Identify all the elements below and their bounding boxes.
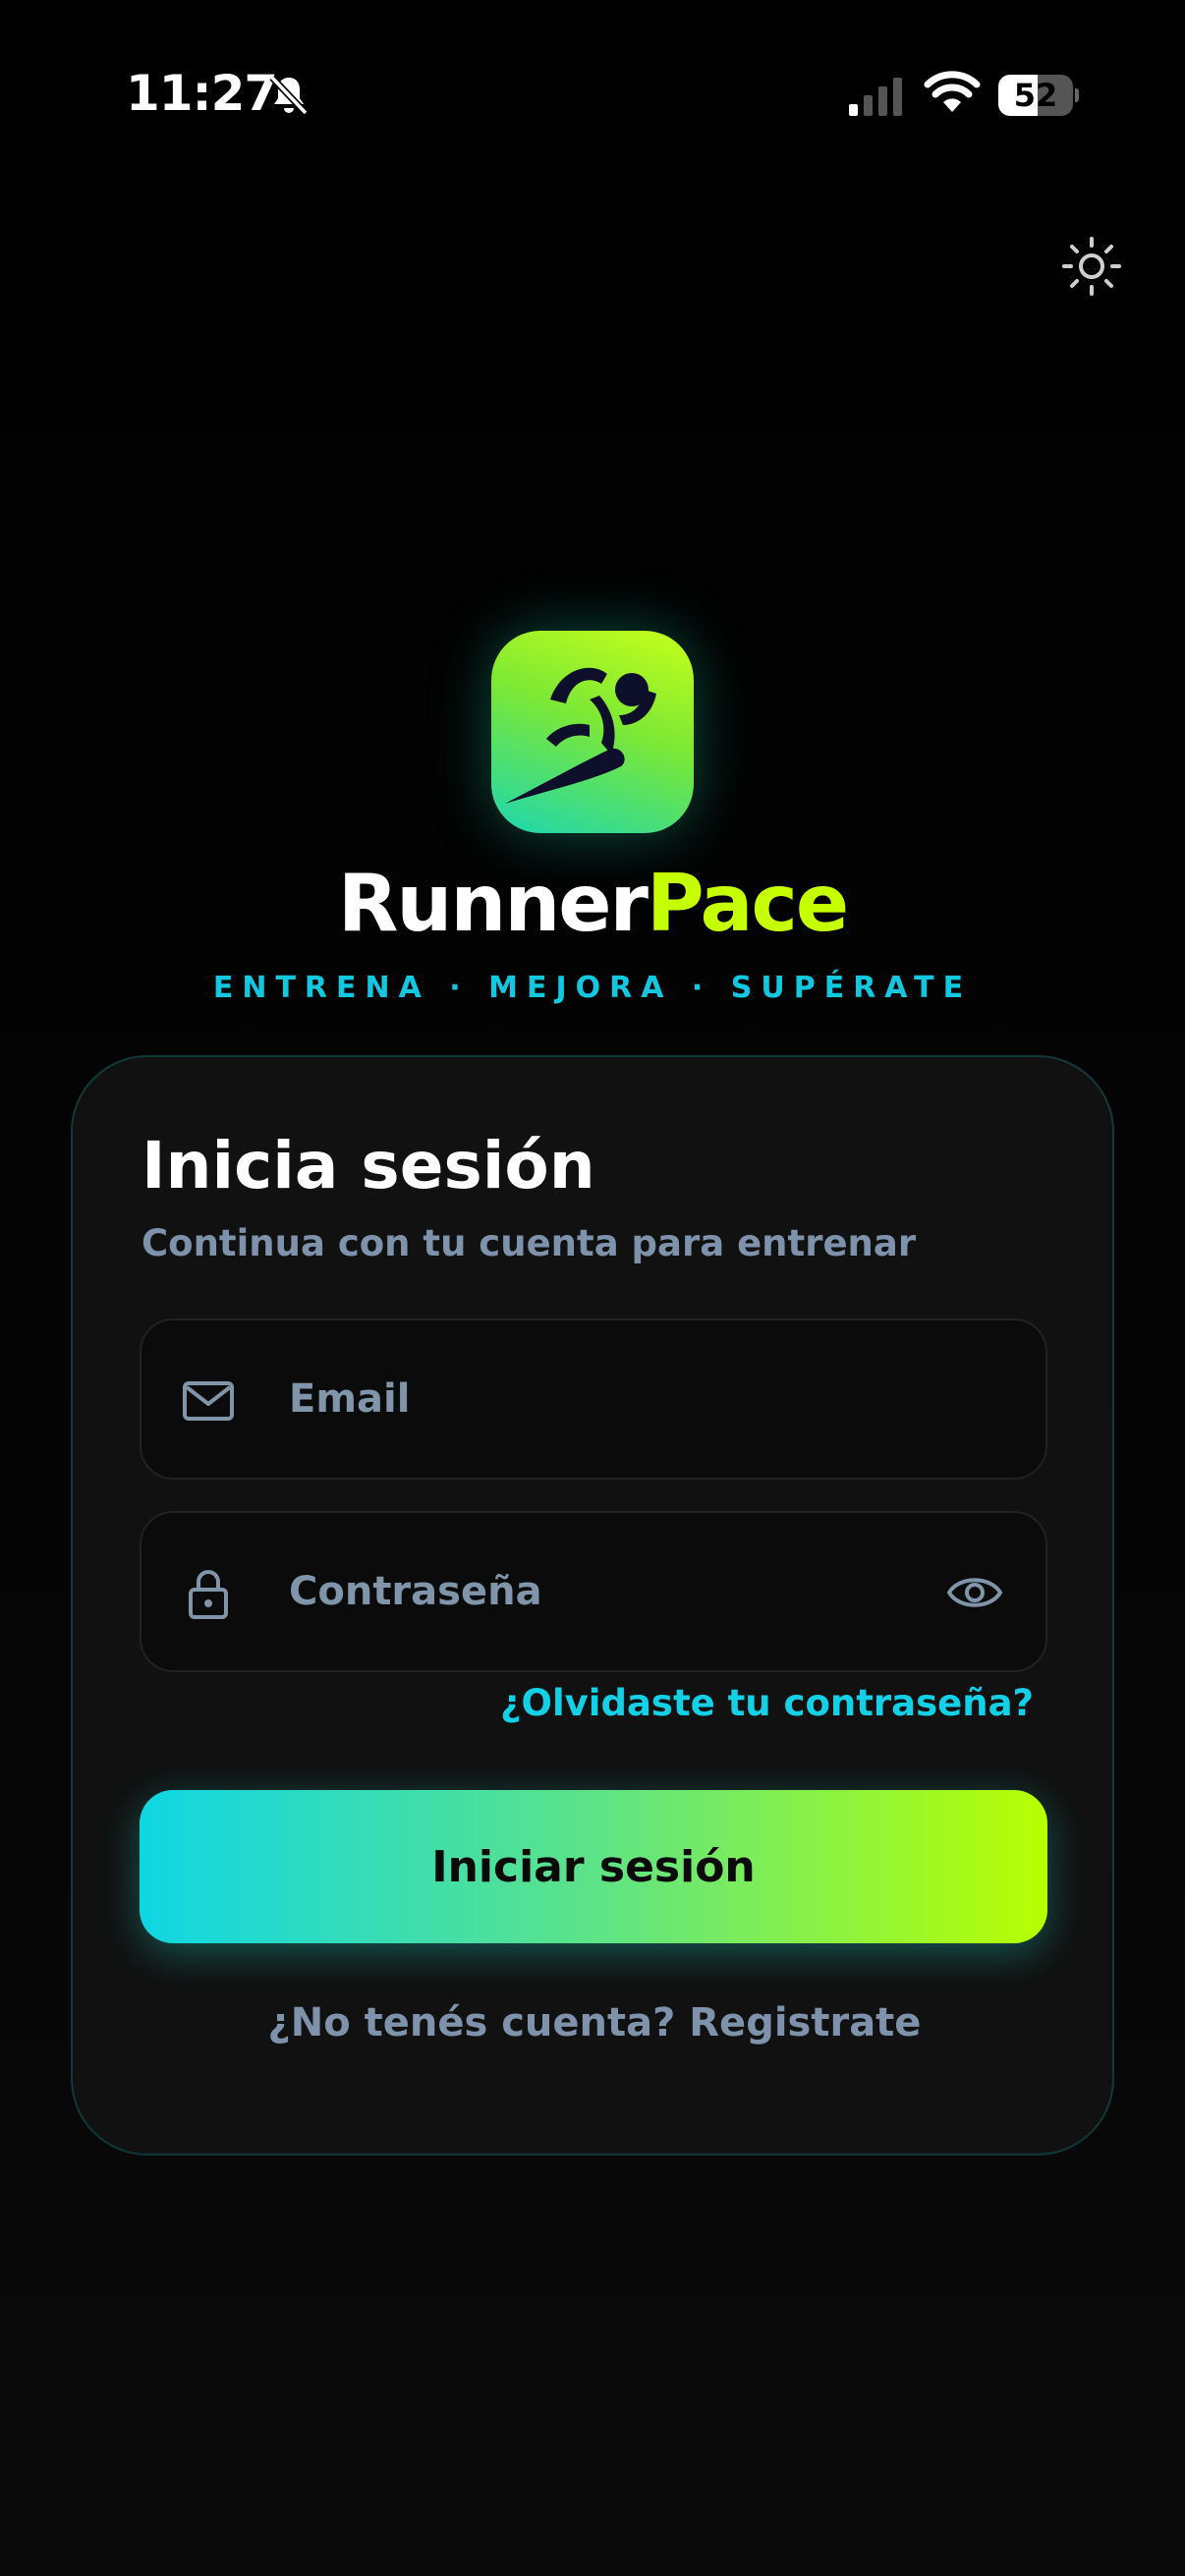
- brand-tagline: ENTRENA · MEJORA · SUPÉRATE: [212, 971, 973, 1005]
- runner-icon: [505, 667, 656, 804]
- register-link[interactable]: ¿No tenés cuenta? Registrate: [73, 2000, 1116, 2045]
- status-bar: 11:27 52: [0, 0, 1185, 196]
- login-subtitle: Continua con tu cuenta para entrenar: [141, 1222, 917, 1264]
- status-time: 11:27: [126, 65, 278, 122]
- password-field[interactable]: [140, 1511, 1047, 1672]
- forgot-password-link[interactable]: ¿Olvidaste tu contraseña?: [500, 1682, 1034, 1724]
- email-field[interactable]: [140, 1318, 1047, 1480]
- battery-indicator: 52: [998, 75, 1079, 116]
- brand-name-part2: Pace: [647, 858, 849, 949]
- app-logo: [491, 631, 694, 833]
- brand-name: RunnerPace: [0, 857, 1185, 951]
- brand-name-part1: Runner: [337, 858, 649, 949]
- login-card: Inicia sesión Continua con tu cuenta par…: [71, 1055, 1114, 2156]
- battery-percentage: 52: [1013, 77, 1058, 114]
- bell-muted-icon: [269, 75, 309, 116]
- cellular-signal-icon: [849, 78, 902, 116]
- theme-toggle-button[interactable]: [1057, 232, 1126, 301]
- login-title: Inicia sesión: [141, 1128, 595, 1204]
- sun-icon: [1062, 237, 1121, 296]
- password-input[interactable]: [289, 1513, 957, 1670]
- mail-icon: [183, 1381, 234, 1421]
- login-submit-button[interactable]: Iniciar sesión: [140, 1790, 1047, 1943]
- lock-icon: [189, 1570, 228, 1619]
- wifi-icon: [924, 71, 981, 112]
- eye-icon[interactable]: [945, 1568, 1004, 1617]
- email-input[interactable]: [289, 1320, 957, 1478]
